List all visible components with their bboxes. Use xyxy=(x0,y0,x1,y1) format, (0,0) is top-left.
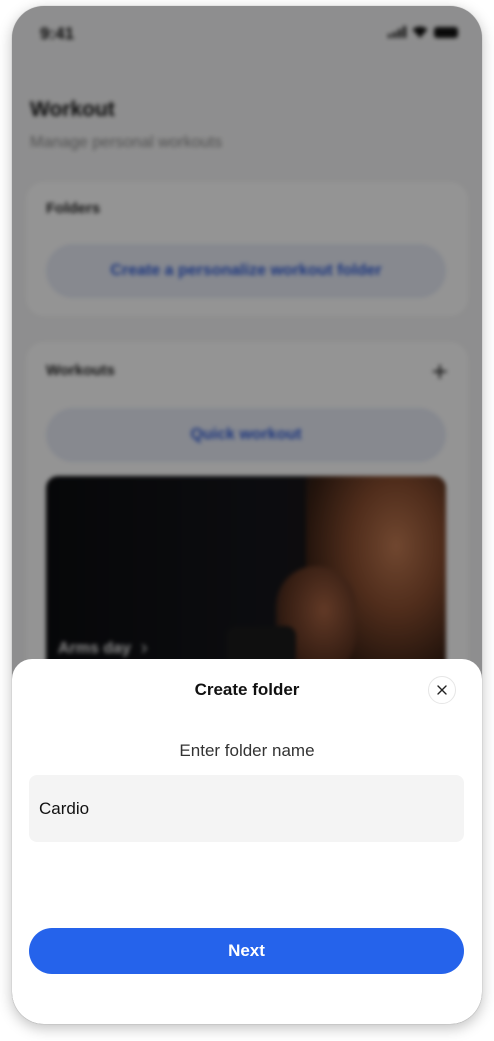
folder-name-input[interactable] xyxy=(29,775,464,842)
phone-frame: 9:41 Workout Manage personal workouts Fo… xyxy=(12,6,482,1024)
close-button[interactable] xyxy=(428,676,456,704)
folder-name-label: Enter folder name xyxy=(179,741,315,760)
create-folder-sheet: Create folder Enter folder name Next xyxy=(12,659,482,1024)
next-button[interactable]: Next xyxy=(29,928,464,974)
close-icon xyxy=(437,685,447,695)
sheet-title: Create folder xyxy=(194,680,300,699)
